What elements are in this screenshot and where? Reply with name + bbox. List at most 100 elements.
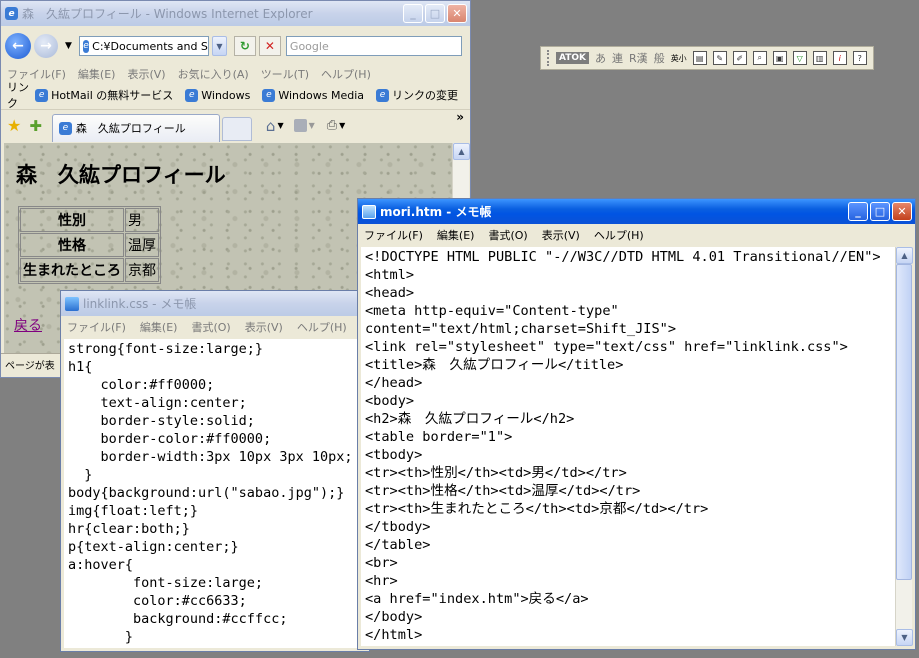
css-notepad-title-bar[interactable]: linklink.css - メモ帳 (61, 291, 369, 316)
menu-favorites[interactable]: お気に入り(A) (178, 66, 249, 82)
link-page-icon: e (262, 88, 276, 102)
text-line: </html> (365, 627, 423, 643)
link-customize[interactable]: e リンクの変更 (376, 87, 458, 103)
print-icon[interactable]: ⎙ (327, 118, 337, 133)
feeds-icon[interactable] (293, 119, 307, 132)
home-icon[interactable]: ⌂ (266, 117, 276, 135)
link-hotmail[interactable]: e HotMail の無料サービス (35, 87, 173, 103)
ie-icon: e (5, 7, 18, 20)
address-dropdown-icon[interactable]: ▼ (211, 36, 227, 56)
maximize-button[interactable]: □ (425, 4, 445, 23)
address-text: C:¥Documents and S (92, 39, 208, 53)
text-line: <tbody> (365, 447, 423, 463)
htm-notepad-window[interactable]: mori.htm - メモ帳 _ □ ✕ ファイル(F) 編集(E) 書式(O)… (357, 198, 916, 650)
address-bar[interactable]: e C:¥Documents and S (78, 36, 209, 56)
menu-format[interactable]: 書式(O) (488, 227, 527, 243)
link-label: リンクの変更 (392, 89, 458, 102)
minimize-button[interactable]: _ (403, 4, 423, 23)
search-input[interactable]: Google (285, 36, 462, 56)
table-cell: 温厚 (125, 233, 159, 257)
minimize-button[interactable]: _ (848, 202, 868, 221)
tab-page-icon: e (58, 121, 72, 135)
new-tab-button[interactable] (221, 116, 252, 141)
scroll-up-icon[interactable]: ▲ (896, 247, 913, 264)
atok-grip[interactable] (547, 50, 550, 66)
menu-file[interactable]: ファイル(F) (67, 319, 126, 335)
home-dropdown-icon[interactable]: ▼ (277, 121, 283, 130)
search-placeholder: Google (289, 39, 329, 53)
atok-mode-ren[interactable]: 連 (612, 50, 623, 66)
text-line: <body> (365, 393, 415, 409)
link-windows-media[interactable]: e Windows Media (262, 88, 364, 102)
link-label: HotMail の無料サービス (51, 89, 174, 102)
css-notepad-window[interactable]: linklink.css - メモ帳 ファイル(F) 編集(E) 書式(O) 表… (60, 290, 370, 652)
atok-label[interactable]: ATOK (556, 52, 590, 64)
menu-edit[interactable]: 編集(E) (140, 319, 178, 335)
atok-mode-hiragana[interactable]: あ (595, 50, 606, 66)
htm-scrollbar[interactable]: ▲ ▼ (895, 247, 913, 646)
menu-help[interactable]: ヘルプ(H) (594, 227, 644, 243)
print-dropdown-icon[interactable]: ▼ (339, 121, 345, 130)
close-button[interactable]: ✕ (447, 4, 467, 23)
table-header: 性別 (20, 208, 124, 232)
atok-info-icon[interactable]: i (832, 51, 847, 65)
feeds-dropdown-icon[interactable]: ▼ (309, 121, 315, 130)
ie-title-bar[interactable]: e 森 久紘プロフィール - Windows Internet Explorer… (1, 1, 470, 26)
htm-text-area[interactable]: <!DOCTYPE HTML PUBLIC "-//W3C//DTD HTML … (361, 247, 895, 646)
refresh-icon[interactable]: ↻ (233, 36, 256, 56)
menu-format[interactable]: 書式(O) (191, 319, 230, 335)
table-row: 性格 温厚 (20, 233, 159, 257)
close-button[interactable]: ✕ (892, 202, 912, 221)
atok-toolbar: ATOK あ 連 R漢 般 英小 ▤ ✎ ✐ ⌕ ▣ ▽ ▥ i ? (540, 46, 874, 70)
link-page-icon: e (185, 88, 199, 102)
text-line: </head> (365, 375, 423, 391)
atok-mode-general[interactable]: 般 (654, 50, 665, 66)
atok-menu-icon[interactable]: ▤ (692, 51, 707, 65)
menu-file[interactable]: ファイル(F) (364, 227, 423, 243)
atok-help-icon[interactable]: ? (852, 51, 867, 65)
menu-tools[interactable]: ツール(T) (261, 66, 309, 82)
history-dropdown-icon[interactable]: ▼ (65, 41, 72, 51)
atok-dictionary-icon[interactable]: ▣ (772, 51, 787, 65)
scroll-up-icon[interactable]: ▲ (453, 143, 470, 160)
notepad-icon (65, 296, 79, 311)
links-bar: リンク e HotMail の無料サービス e Windows e Windows M… (1, 81, 470, 110)
text-line: <head> (365, 285, 415, 301)
stop-icon[interactable]: ✕ (258, 36, 281, 56)
htm-notepad-title-bar[interactable]: mori.htm - メモ帳 _ □ ✕ (358, 199, 915, 224)
atok-filter-icon[interactable]: ▽ (792, 51, 807, 65)
back-link[interactable]: 戻る (14, 315, 42, 335)
scroll-thumb[interactable] (896, 264, 912, 580)
tab-current[interactable]: e 森 久紘プロフィール (51, 113, 220, 142)
menu-help[interactable]: ヘルプ(H) (321, 66, 371, 82)
forward-arrow-icon[interactable]: → (34, 34, 58, 58)
menu-help[interactable]: ヘルプ(H) (297, 319, 347, 335)
text-line: <tr><th>性格</th><td>温厚</td></tr> (365, 483, 641, 499)
favorites-star-icon[interactable]: ★ (7, 116, 21, 135)
table-header: 性格 (20, 233, 124, 257)
table-row: 生まれたところ 京都 (20, 258, 159, 282)
add-favorite-icon[interactable]: ✚ (29, 117, 42, 135)
link-windows[interactable]: e Windows (185, 88, 250, 102)
atok-search-icon[interactable]: ⌕ (752, 51, 767, 65)
atok-pen-icon[interactable]: ✐ (732, 51, 747, 65)
menu-view[interactable]: 表示(V) (542, 227, 580, 243)
text-line: <html> (365, 267, 415, 283)
more-tools-icon[interactable]: » (456, 110, 464, 124)
atok-mode-romaji-kanji[interactable]: R漢 (629, 50, 648, 66)
scroll-down-icon[interactable]: ▼ (896, 629, 913, 646)
back-arrow-icon[interactable]: ← (5, 33, 31, 59)
menu-edit[interactable]: 編集(E) (437, 227, 475, 243)
menu-view[interactable]: 表示(V) (245, 319, 283, 335)
atok-mode-eisho[interactable]: 英小 (671, 53, 687, 64)
text-line: content="text/html;charset=Shift_JIS"> (365, 321, 676, 337)
maximize-button[interactable]: □ (870, 202, 890, 221)
atok-edit-icon[interactable]: ✎ (712, 51, 727, 65)
table-cell: 男 (125, 208, 159, 232)
text-line: </tbody> (365, 519, 431, 535)
menu-view[interactable]: 表示(V) (127, 66, 165, 82)
atok-book-icon[interactable]: ▥ (812, 51, 827, 65)
css-text-area[interactable]: strong{font-size:large;} h1{ color:#ff000… (64, 339, 366, 648)
page-icon: e (82, 39, 90, 53)
menu-edit[interactable]: 編集(E) (78, 66, 116, 82)
